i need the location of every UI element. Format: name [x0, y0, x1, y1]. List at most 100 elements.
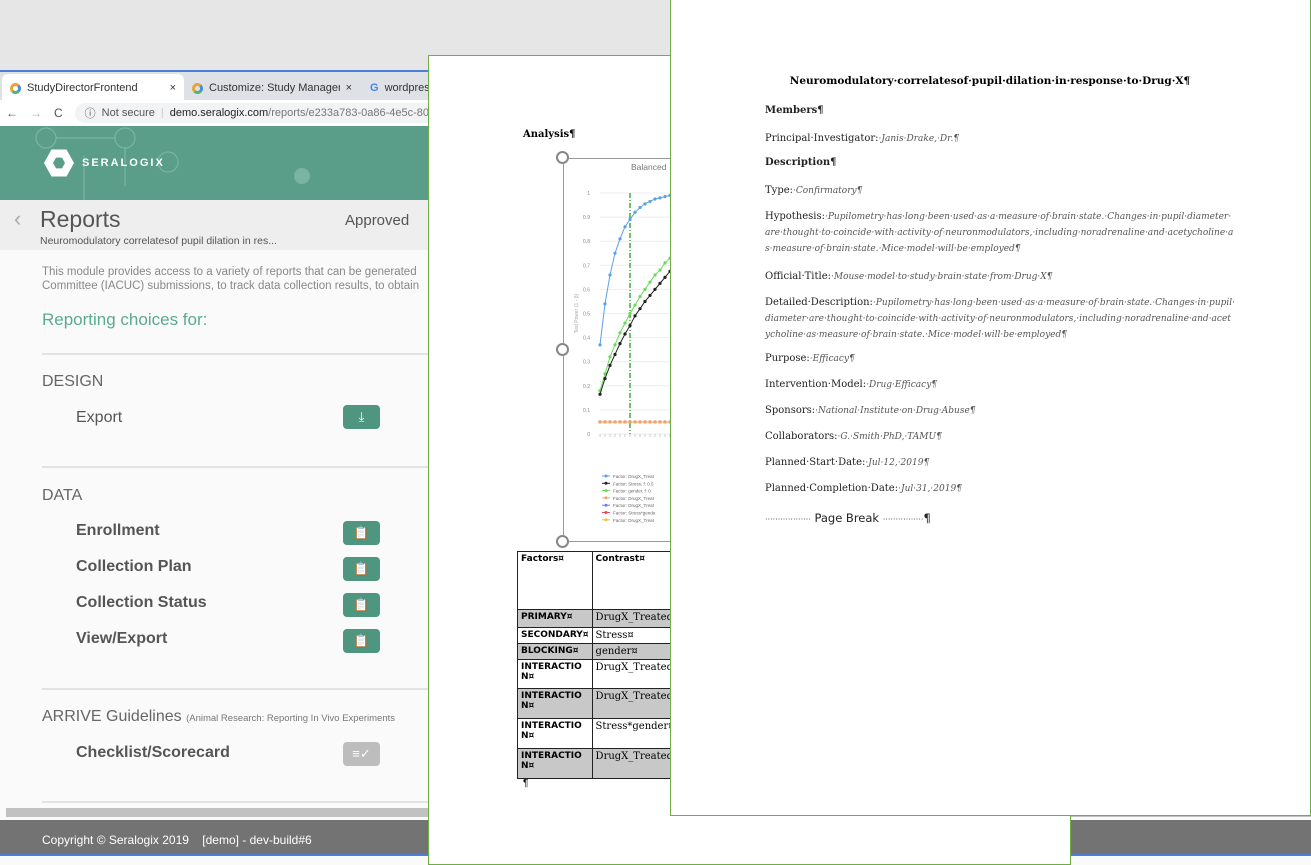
checklist-icon: ≡✓	[352, 746, 371, 761]
analysis-heading: Analysis¶	[523, 129, 576, 140]
data-point	[648, 420, 652, 424]
y-tick-label: 0.8	[583, 239, 590, 245]
section-arrive: ARRIVE Guidelines (Animal Research: Repo…	[42, 708, 395, 725]
data-point	[633, 303, 637, 307]
data-point	[628, 323, 632, 328]
study-subtitle: Neuromodulatory correlatesof pupil dilat…	[40, 235, 277, 247]
y-tick-label: 1	[587, 191, 590, 197]
study-field: Intervention·Model:·Drug·Efficacy¶	[765, 377, 1235, 393]
field-label: Official·Title:	[765, 271, 832, 282]
study-field: Hypothesis:·Pupilometry·has·long·been·us…	[765, 209, 1235, 257]
seralogix-logo[interactable]: SERALOGIX	[44, 148, 165, 178]
data-point	[598, 392, 602, 396]
legend-marker	[604, 503, 608, 507]
data-point	[638, 420, 642, 424]
forward-icon[interactable]: →	[30, 106, 42, 120]
data-point	[663, 275, 667, 279]
data-point	[643, 299, 647, 304]
paragraph-mark: ¶	[523, 778, 529, 789]
factor-cell: INTERACTIO N¤	[517, 748, 593, 779]
legend-marker	[604, 489, 608, 493]
data-point	[663, 195, 667, 199]
study-field: Purpose:·Efficacy¶	[765, 351, 1235, 367]
close-tab-icon[interactable]: ×	[346, 82, 352, 94]
data-point	[628, 420, 632, 424]
field-label: Detailed·Description:	[765, 297, 873, 308]
members-heading: Members¶	[765, 105, 824, 116]
section-data: DATA	[42, 487, 83, 504]
field-value: ·Efficacy¶	[809, 354, 855, 364]
data-point	[628, 311, 632, 316]
clipboard-icon: 📋	[353, 633, 370, 648]
clipboard-icon: 📋	[353, 525, 370, 540]
data-point	[628, 217, 632, 222]
field-value: ·Pupilometry·has·long·been·used·as·a·mea…	[765, 212, 1234, 254]
y-tick-label: 0.5	[583, 312, 590, 318]
data-point	[618, 331, 622, 335]
study-document-page: Neuromodulatory·correlatesof·pupil·dilat…	[670, 0, 1311, 816]
close-tab-icon[interactable]: ×	[170, 82, 176, 94]
view-export-button[interactable]: 📋	[343, 629, 380, 653]
legend-entry: Factor: DrugX_Treat	[613, 518, 655, 523]
section-design: DESIGN	[42, 373, 104, 390]
data-point	[648, 293, 652, 298]
study-doc-title: Neuromodulatory·correlatesof·pupil·dilat…	[789, 75, 1191, 87]
data-point	[608, 273, 612, 277]
description-heading: Description¶	[765, 157, 837, 168]
back-icon[interactable]: ←	[6, 106, 18, 120]
reload-icon[interactable]: C	[54, 106, 63, 120]
factor-cell: INTERACTIO N¤	[517, 718, 593, 749]
data-point	[648, 199, 652, 204]
data-point	[608, 355, 612, 359]
download-icon: ⤓	[358, 409, 365, 424]
factor-cell: SECONDARY¤	[517, 627, 593, 644]
tab-study-director[interactable]: StudyDirectorFrontend ×	[2, 74, 184, 102]
data-point	[603, 302, 607, 306]
data-point	[603, 420, 607, 424]
collection-plan-button[interactable]: 📋	[343, 557, 380, 581]
security-label: Not secure	[101, 107, 155, 119]
y-tick-label: 0.7	[583, 263, 590, 269]
collection-status-button[interactable]: 📋	[343, 593, 380, 617]
y-tick-label: 0.6	[583, 287, 590, 293]
back-chevron-icon[interactable]: ‹	[14, 206, 21, 232]
field-label: Collaborators:	[765, 431, 838, 442]
report-checklist-label: Checklist/Scorecard	[76, 744, 230, 761]
y-tick-label: 0.9	[583, 215, 590, 221]
page-break: ·················· Page Break ··········…	[765, 511, 931, 525]
app-favicon-icon	[10, 82, 21, 94]
legend-marker	[604, 496, 608, 500]
field-value: ·Jul·12,·2019¶	[865, 458, 930, 468]
data-point	[633, 420, 637, 424]
study-field: Planned·Start·Date:·Jul·12,·2019¶	[765, 455, 1235, 471]
page-title: Reports	[40, 206, 121, 232]
data-point	[598, 343, 602, 347]
field-label: Purpose:	[765, 353, 810, 364]
data-point	[653, 287, 657, 291]
report-collection-status-label: Collection Status	[76, 594, 207, 611]
data-point	[663, 261, 667, 265]
checklist-button[interactable]: ≡✓	[343, 742, 380, 766]
data-point	[658, 420, 662, 424]
export-download-button[interactable]: ⤓	[343, 405, 380, 429]
tab-customize[interactable]: Customize: Study Manager – Sera×	[184, 74, 360, 102]
legend-marker	[604, 481, 608, 485]
series-line	[599, 257, 671, 391]
data-point	[623, 420, 627, 424]
google-icon: G	[370, 82, 379, 94]
data-point	[608, 420, 612, 424]
info-icon: ⓘ	[84, 108, 96, 120]
data-point	[653, 197, 657, 201]
clipboard-icon: 📋	[353, 597, 370, 612]
clipboard-icon: 📋	[353, 561, 370, 576]
report-collection-plan-label: Collection Plan	[76, 558, 192, 575]
data-point	[623, 321, 627, 325]
enrollment-report-button[interactable]: 📋	[343, 521, 380, 545]
study-field: Planned·Completion·Date:·Jul·31,·2019¶	[765, 481, 1235, 497]
study-field: Official·Title:·Mouse·model·to·study·bra…	[765, 269, 1235, 285]
data-point	[658, 196, 662, 200]
factor-cell: INTERACTIO N¤	[517, 688, 593, 719]
field-value: ·Mouse·model·to·study·brain·state·from·D…	[831, 272, 1053, 282]
field-value: ·Confirmatory¶	[793, 186, 863, 196]
logo-hexagon-icon	[44, 149, 74, 177]
